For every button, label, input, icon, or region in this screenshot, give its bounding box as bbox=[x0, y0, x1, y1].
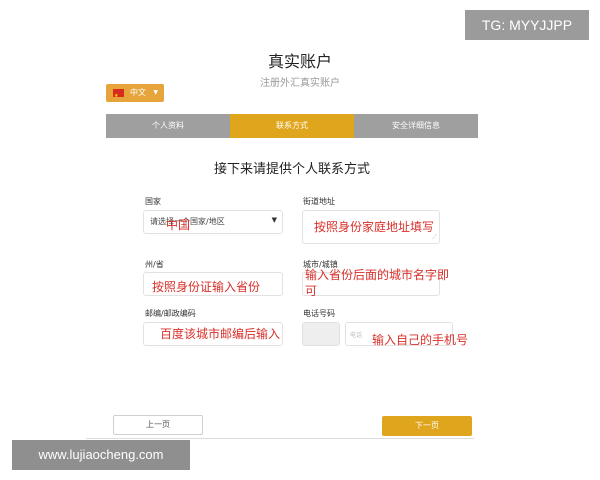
language-label: 中文 bbox=[130, 88, 146, 97]
step-tabs: 个人资料 联系方式 安全详细信息 bbox=[106, 114, 478, 138]
chevron-down-icon: ▼ bbox=[153, 89, 158, 96]
page-title: 真实账户 bbox=[267, 52, 332, 71]
street-annotation: 按照身份家庭地址填写 bbox=[314, 220, 435, 234]
step-personal-info[interactable]: 个人资料 bbox=[106, 114, 230, 138]
phone-annotation: 输入自己的手机号 bbox=[372, 333, 469, 347]
form-heading: 接下来请提供个人联系方式 bbox=[213, 162, 370, 177]
country-select[interactable]: 请选择一个国家/地区 ▼ bbox=[143, 210, 283, 234]
watermark-site: www.lujiaocheng.com bbox=[12, 440, 190, 470]
prev-button[interactable]: 上一页 bbox=[113, 415, 203, 435]
next-button[interactable]: 下一页 bbox=[382, 416, 472, 436]
step-contact-info[interactable]: 联系方式 bbox=[230, 114, 354, 138]
province-label: 州/省 bbox=[145, 260, 164, 269]
page-subtitle: 注册外汇真实账户 bbox=[260, 78, 340, 89]
street-label: 街道地址 bbox=[303, 197, 335, 206]
phone-placeholder: 电话 bbox=[350, 332, 363, 339]
language-selector[interactable]: 中文 ▼ bbox=[106, 84, 164, 105]
phone-label: 电话号码 bbox=[303, 309, 335, 318]
footer-divider bbox=[86, 438, 474, 439]
caret-down-icon: ▼ bbox=[271, 216, 277, 224]
province-annotation: 按照身份证输入省份 bbox=[152, 280, 261, 294]
phone-country-code[interactable] bbox=[302, 322, 340, 346]
step-security-details[interactable]: 安全详细信息 bbox=[354, 114, 478, 138]
watermark-tg: TG: MYYJJPP bbox=[465, 10, 589, 40]
postal-annotation: 百度该城市邮编后输入 bbox=[160, 327, 281, 341]
postal-label: 邮编/邮政编码 bbox=[145, 309, 196, 318]
china-flag-icon bbox=[113, 87, 124, 105]
city-annotation-line1: 输入省份后面的城市名字即 bbox=[305, 268, 450, 282]
country-label: 国家 bbox=[145, 197, 161, 206]
country-annotation: 中国 bbox=[166, 218, 191, 232]
city-annotation-line2: 可 bbox=[305, 284, 318, 298]
